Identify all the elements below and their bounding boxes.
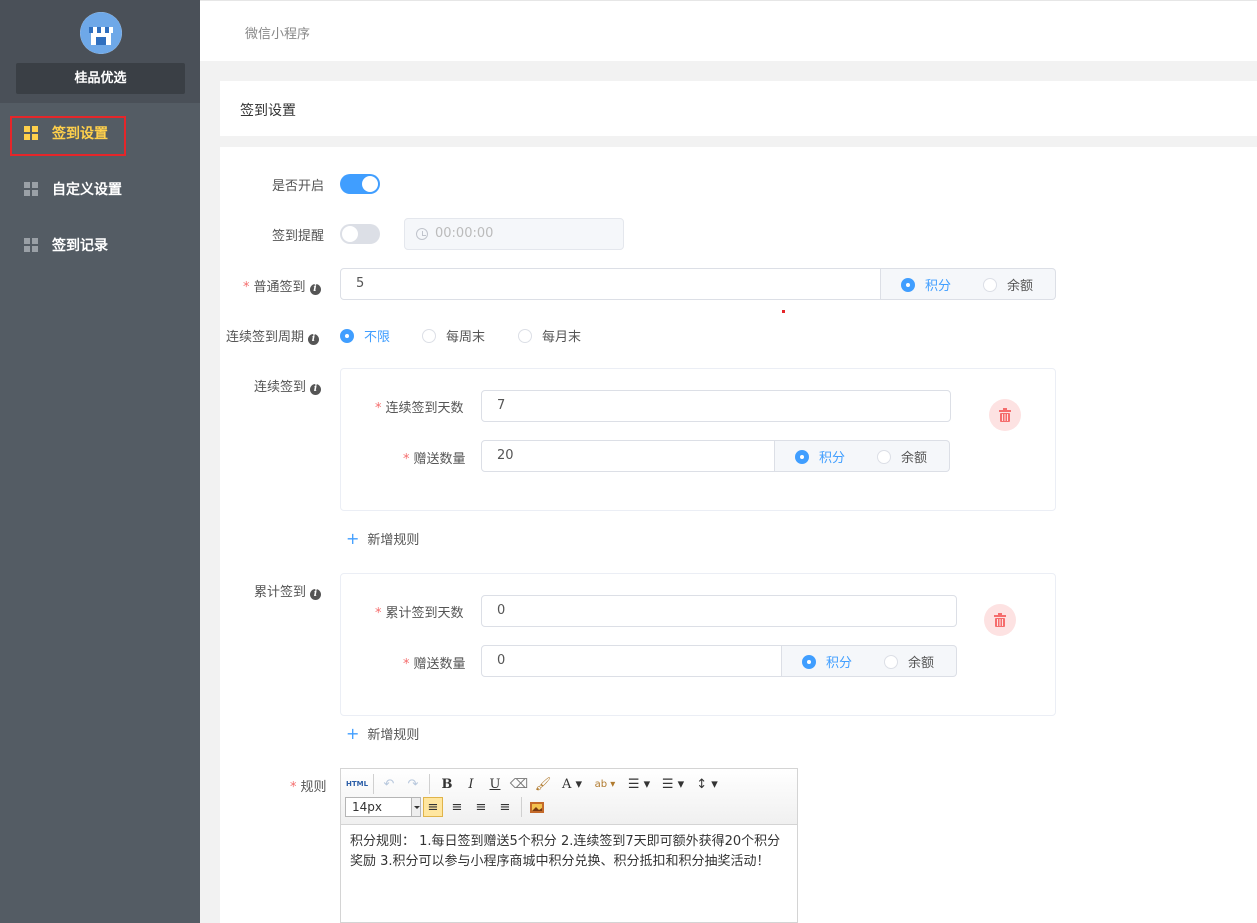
continuous-add-rule-button[interactable]: + 新增规则 <box>346 529 419 548</box>
breadcrumb[interactable]: 微信小程序 <box>245 23 310 42</box>
cumulative-days-label: * 累计签到天数 <box>375 606 464 621</box>
continuous-label: 连续签到 i <box>254 376 322 395</box>
line-height-icon[interactable]: ↕ ▾ <box>693 774 721 794</box>
highlight-icon[interactable]: ab ▾ <box>591 774 619 794</box>
grid-icon <box>24 238 38 252</box>
continuous-delete-button[interactable] <box>989 399 1021 431</box>
sidebar-item-custom-settings[interactable]: 自定义设置 <box>0 169 200 209</box>
trash-icon <box>994 613 1006 627</box>
marker-dot <box>782 310 785 313</box>
enable-label: 是否开启 <box>272 179 325 194</box>
html-source-button[interactable]: HTML <box>345 774 369 794</box>
shop-name: 桂品优选 <box>16 63 185 94</box>
cumulative-amount-input[interactable]: 0 <box>481 645 782 677</box>
enable-switch[interactable] <box>340 174 380 194</box>
ordered-list-icon[interactable]: ☰ ▾ <box>625 774 653 794</box>
normal-signin-points-radio[interactable]: 积分 <box>901 275 951 294</box>
unordered-list-icon[interactable]: ☰ ▾ <box>659 774 687 794</box>
cumulative-points-radio[interactable]: 积分 <box>802 652 852 671</box>
normal-signin-label: * 普通签到 i <box>243 276 321 295</box>
font-size-select[interactable]: 14px <box>345 797 421 817</box>
format-painter-icon[interactable]: 🖌 <box>533 774 553 794</box>
continuous-days-label: * 连续签到天数 <box>375 401 464 416</box>
align-left-icon[interactable]: ≡ <box>423 797 443 817</box>
time-placeholder: 00:00:00 <box>435 226 494 241</box>
info-icon: i <box>309 284 321 295</box>
sidebar-item-signin-records[interactable]: 签到记录 <box>0 225 200 265</box>
align-right-icon[interactable]: ≡ <box>471 797 491 817</box>
continuous-amount-input[interactable]: 20 <box>481 440 775 472</box>
cumulative-balance-radio[interactable]: 余额 <box>884 652 934 671</box>
image-icon[interactable] <box>527 797 547 817</box>
sidebar-header: 桂品优选 <box>0 0 200 103</box>
normal-signin-balance-radio[interactable]: 余额 <box>983 275 1033 294</box>
page-title: 签到设置 <box>240 103 296 119</box>
sidebar-item-label: 自定义设置 <box>52 182 122 198</box>
undo-icon[interactable]: ↶ <box>379 774 399 794</box>
eraser-icon[interactable]: ⌫ <box>509 774 529 794</box>
clock-icon <box>416 228 428 240</box>
cumulative-add-rule-button[interactable]: + 新增规则 <box>346 724 419 743</box>
rich-text-editor: HTML ↶ ↷ B I U ⌫ 🖌 A ▾ ab ▾ ☰ ▾ ☰ ▾ ↕ ▾ … <box>340 768 798 923</box>
font-color-icon[interactable]: A ▾ <box>559 774 585 794</box>
continuous-points-radio[interactable]: 积分 <box>795 447 845 466</box>
underline-icon[interactable]: U <box>485 774 505 794</box>
reminder-label: 签到提醒 <box>272 229 325 244</box>
sidebar-item-label: 签到记录 <box>52 238 108 254</box>
cycle-monthend-radio[interactable]: 每月末 <box>518 326 581 345</box>
store-icon <box>80 12 122 54</box>
redo-icon[interactable]: ↷ <box>403 774 423 794</box>
reminder-time-input[interactable]: 00:00:00 <box>404 218 624 250</box>
cumulative-label: 累计签到 i <box>254 581 322 600</box>
rules-label: * 规则 <box>290 780 327 795</box>
continuous-amount-label: * 赠送数量 <box>403 452 466 467</box>
cycle-label: 连续签到周期 i <box>226 326 320 345</box>
normal-signin-input[interactable]: 5 <box>340 268 881 300</box>
cycle-weekend-radio[interactable]: 每周末 <box>422 326 485 345</box>
info-icon: i <box>308 334 320 345</box>
section-header: 签到设置 <box>220 81 1257 136</box>
continuous-days-input[interactable]: 7 <box>481 390 951 422</box>
bold-icon[interactable]: B <box>437 774 457 794</box>
cumulative-days-input[interactable]: 0 <box>481 595 957 627</box>
reminder-switch[interactable] <box>340 224 380 244</box>
info-icon: i <box>310 384 322 395</box>
editor-toolbar: HTML ↶ ↷ B I U ⌫ 🖌 A ▾ ab ▾ ☰ ▾ ☰ ▾ ↕ ▾ … <box>341 769 797 825</box>
cumulative-delete-button[interactable] <box>984 604 1016 636</box>
top-bar: 微信小程序 <box>200 0 1257 61</box>
align-center-icon[interactable]: ≡ <box>447 797 467 817</box>
info-icon: i <box>310 589 322 600</box>
editor-content[interactable]: 积分规则： 1.每日签到赠送5个积分 2.连续签到7天即可额外获得20个积分奖励… <box>341 825 797 879</box>
cycle-unlimited-radio[interactable]: 不限 <box>340 326 390 345</box>
trash-icon <box>999 408 1011 422</box>
plus-icon: + <box>346 724 360 743</box>
active-highlight-box <box>10 116 126 156</box>
shop-avatar <box>80 12 122 54</box>
italic-icon[interactable]: I <box>461 774 481 794</box>
align-justify-icon[interactable]: ≡ <box>495 797 515 817</box>
plus-icon: + <box>346 529 360 548</box>
grid-icon <box>24 182 38 196</box>
continuous-balance-radio[interactable]: 余额 <box>877 447 927 466</box>
cumulative-amount-label: * 赠送数量 <box>403 657 466 672</box>
